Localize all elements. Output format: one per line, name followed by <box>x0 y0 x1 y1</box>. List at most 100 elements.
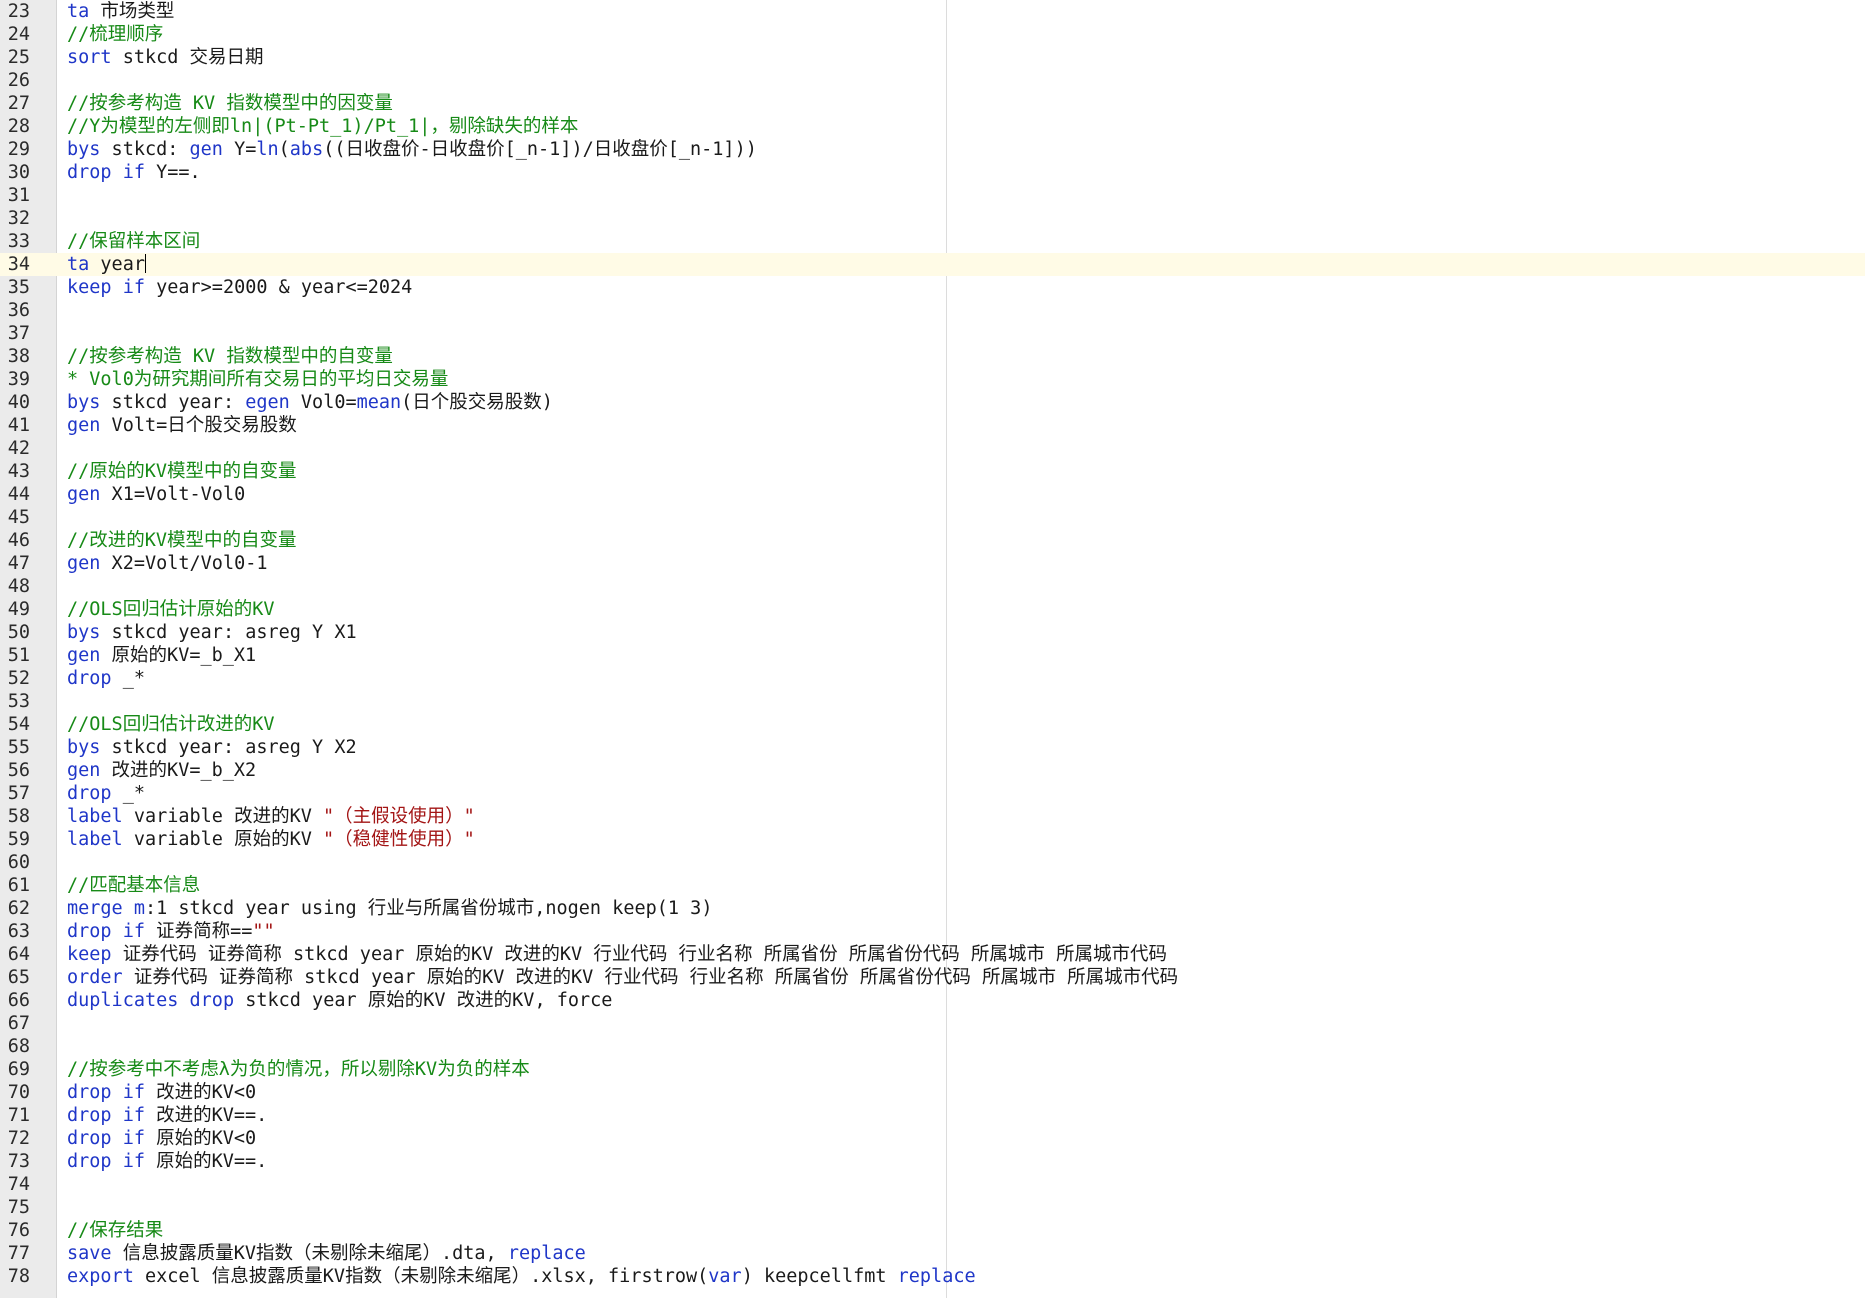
code-line[interactable]: 59 label variable 原始的KV "（稳健性使用）" <box>0 828 1865 851</box>
line-code[interactable]: bys stkcd year: egen Vol0=mean(日个股交易股数) <box>67 391 553 414</box>
code-line[interactable]: 31 <box>0 184 1865 207</box>
line-code[interactable]: ta 市场类型 <box>67 0 174 23</box>
line-code[interactable]: gen X1=Volt-Vol0 <box>67 483 245 506</box>
line-code[interactable]: keep 证券代码 证券简称 stkcd year 原始的KV 改进的KV 行业… <box>67 943 1167 966</box>
code-line[interactable]: 78 export excel 信息披露质量KV指数（未剔除未缩尾）.xlsx, … <box>0 1265 1865 1288</box>
code-line[interactable]: 55 bys stkcd year: asreg Y X2 <box>0 736 1865 759</box>
code-line[interactable]: 74 <box>0 1173 1865 1196</box>
code-line[interactable]: 49 //OLS回归估计原始的KV <box>0 598 1865 621</box>
line-code[interactable]: bys stkcd year: asreg Y X2 <box>67 736 357 759</box>
code-line[interactable]: 64 keep 证券代码 证券简称 stkcd year 原始的KV 改进的KV … <box>0 943 1865 966</box>
code-line[interactable]: 77 save 信息披露质量KV指数（未剔除未缩尾）.dta, replace <box>0 1242 1865 1265</box>
code-line[interactable]: 32 <box>0 207 1865 230</box>
line-code[interactable]: drop if 原始的KV<0 <box>67 1127 256 1150</box>
line-code[interactable]: gen X2=Volt/Vol0-1 <box>67 552 268 575</box>
line-code[interactable]: drop if 改进的KV==. <box>67 1104 267 1127</box>
line-code[interactable]: export excel 信息披露质量KV指数（未剔除未缩尾）.xlsx, fi… <box>67 1265 976 1288</box>
code-line[interactable]: 70 drop if 改进的KV<0 <box>0 1081 1865 1104</box>
code-line[interactable]: 76 //保存结果 <box>0 1219 1865 1242</box>
line-code[interactable]: sort stkcd 交易日期 <box>67 46 264 69</box>
line-code[interactable]: gen 改进的KV=_b_X2 <box>67 759 256 782</box>
code-line[interactable]: 52 drop _* <box>0 667 1865 690</box>
line-code[interactable]: ta year <box>67 253 146 276</box>
line-code[interactable]: //按参考构造 KV 指数模型中的自变量 <box>67 345 393 368</box>
line-code[interactable]: //按参考中不考虑λ为负的情况，所以剔除KV为负的样本 <box>67 1058 530 1081</box>
code-line[interactable]: 75 <box>0 1196 1865 1219</box>
keyword-token: drop <box>67 1105 112 1126</box>
code-line[interactable]: 66 duplicates drop stkcd year 原始的KV 改进的KV… <box>0 989 1865 1012</box>
line-code[interactable]: gen 原始的KV=_b_X1 <box>67 644 256 667</box>
line-code[interactable]: bys stkcd year: asreg Y X1 <box>67 621 357 644</box>
code-line[interactable]: 63 drop if 证券简称=="" <box>0 920 1865 943</box>
code-line[interactable]: 29 bys stkcd: gen Y=ln(abs((日收盘价-日收盘价[_n-… <box>0 138 1865 161</box>
code-line[interactable]: 25 sort stkcd 交易日期 <box>0 46 1865 69</box>
line-code[interactable]: gen Volt=日个股交易股数 <box>67 414 297 437</box>
code-line[interactable]: 68 <box>0 1035 1865 1058</box>
code-line[interactable]: 42 <box>0 437 1865 460</box>
line-code[interactable]: //改进的KV模型中的自变量 <box>67 529 297 552</box>
line-code[interactable]: //梳理顺序 <box>67 23 163 46</box>
code-line[interactable]: 28 //Y为模型的左侧即ln|(Pt-Pt_1)/Pt_1|，剔除缺失的样本 <box>0 115 1865 138</box>
line-code[interactable]: //保留样本区间 <box>67 230 200 253</box>
code-line[interactable]: 51 gen 原始的KV=_b_X1 <box>0 644 1865 667</box>
line-code[interactable]: order 证券代码 证券简称 stkcd year 原始的KV 改进的KV 行… <box>67 966 1178 989</box>
line-code[interactable]: drop _* <box>67 782 145 805</box>
code-line[interactable]: 43 //原始的KV模型中的自变量 <box>0 460 1865 483</box>
code-line[interactable]: 60 <box>0 851 1865 874</box>
line-code[interactable]: drop if 证券简称=="" <box>67 920 275 943</box>
code-line[interactable]: 35 keep if year>=2000 & year<=2024 <box>0 276 1865 299</box>
line-code[interactable]: keep if year>=2000 & year<=2024 <box>67 276 412 299</box>
line-code[interactable]: //OLS回归估计原始的KV <box>67 598 274 621</box>
line-code[interactable]: merge m:1 stkcd year using 行业与所属省份城市,nog… <box>67 897 712 920</box>
code-line[interactable]: 41 gen Volt=日个股交易股数 <box>0 414 1865 437</box>
code-line[interactable]: 40 bys stkcd year: egen Vol0=mean(日个股交易股数… <box>0 391 1865 414</box>
line-code[interactable]: //原始的KV模型中的自变量 <box>67 460 297 483</box>
code-line[interactable]: 45 <box>0 506 1865 529</box>
code-line[interactable]: 54 //OLS回归估计改进的KV <box>0 713 1865 736</box>
code-line[interactable]: 61 //匹配基本信息 <box>0 874 1865 897</box>
line-code[interactable]: //保存结果 <box>67 1219 163 1242</box>
code-line[interactable]: 44 gen X1=Volt-Vol0 <box>0 483 1865 506</box>
code-line[interactable]: 34 ta year <box>0 253 1865 276</box>
code-line[interactable]: 36 <box>0 299 1865 322</box>
code-line[interactable]: 48 <box>0 575 1865 598</box>
line-code[interactable]: //OLS回归估计改进的KV <box>67 713 274 736</box>
code-line[interactable]: 62 merge m:1 stkcd year using 行业与所属省份城市,n… <box>0 897 1865 920</box>
code-line[interactable]: 38 //按参考构造 KV 指数模型中的自变量 <box>0 345 1865 368</box>
code-line[interactable]: 67 <box>0 1012 1865 1035</box>
code-line[interactable]: 56 gen 改进的KV=_b_X2 <box>0 759 1865 782</box>
code-line[interactable]: 30 drop if Y==. <box>0 161 1865 184</box>
code-line[interactable]: 65 order 证券代码 证券简称 stkcd year 原始的KV 改进的KV… <box>0 966 1865 989</box>
line-code[interactable]: label variable 原始的KV "（稳健性使用）" <box>67 828 475 851</box>
code-line[interactable]: 57 drop _* <box>0 782 1865 805</box>
line-code[interactable]: //匹配基本信息 <box>67 874 200 897</box>
code-line[interactable]: 73 drop if 原始的KV==. <box>0 1150 1865 1173</box>
line-code[interactable]: bys stkcd: gen Y=ln(abs((日收盘价-日收盘价[_n-1]… <box>67 138 757 161</box>
line-code[interactable]: save 信息披露质量KV指数（未剔除未缩尾）.dta, replace <box>67 1242 586 1265</box>
line-code[interactable]: drop if 改进的KV<0 <box>67 1081 256 1104</box>
code-line[interactable]: 46 //改进的KV模型中的自变量 <box>0 529 1865 552</box>
code-line[interactable]: 24 //梳理顺序 <box>0 23 1865 46</box>
code-line[interactable]: 27 //按参考构造 KV 指数模型中的因变量 <box>0 92 1865 115</box>
line-code[interactable]: drop if Y==. <box>67 161 201 184</box>
code-line[interactable]: 23 ta 市场类型 <box>0 0 1865 23</box>
line-code[interactable]: label variable 改进的KV "（主假设使用）" <box>67 805 475 828</box>
code-line[interactable]: 71 drop if 改进的KV==. <box>0 1104 1865 1127</box>
code-line[interactable]: 72 drop if 原始的KV<0 <box>0 1127 1865 1150</box>
code-line[interactable]: 69 //按参考中不考虑λ为负的情况，所以剔除KV为负的样本 <box>0 1058 1865 1081</box>
line-code[interactable]: drop _* <box>67 667 145 690</box>
line-code[interactable]: //Y为模型的左侧即ln|(Pt-Pt_1)/Pt_1|，剔除缺失的样本 <box>67 115 578 138</box>
code-line[interactable]: 33 //保留样本区间 <box>0 230 1865 253</box>
line-code[interactable]: //按参考构造 KV 指数模型中的因变量 <box>67 92 393 115</box>
line-code[interactable]: duplicates drop stkcd year 原始的KV 改进的KV, … <box>67 989 612 1012</box>
code-line[interactable]: 26 <box>0 69 1865 92</box>
code-line[interactable]: 58 label variable 改进的KV "（主假设使用）" <box>0 805 1865 828</box>
code-line[interactable]: 47 gen X2=Volt/Vol0-1 <box>0 552 1865 575</box>
code-line[interactable]: 39 * Vol0为研究期间所有交易日的平均日交易量 <box>0 368 1865 391</box>
code-editor[interactable]: 22//显示不同市场类型的样本数量23ta 市场类型24//梳理顺序25sort… <box>0 0 1865 1298</box>
line-code[interactable]: * Vol0为研究期间所有交易日的平均日交易量 <box>67 368 448 391</box>
line-code[interactable]: drop if 原始的KV==. <box>67 1150 267 1173</box>
code-line[interactable]: 37 <box>0 322 1865 345</box>
code-line[interactable]: 53 <box>0 690 1865 713</box>
code-line[interactable]: 50 bys stkcd year: asreg Y X1 <box>0 621 1865 644</box>
